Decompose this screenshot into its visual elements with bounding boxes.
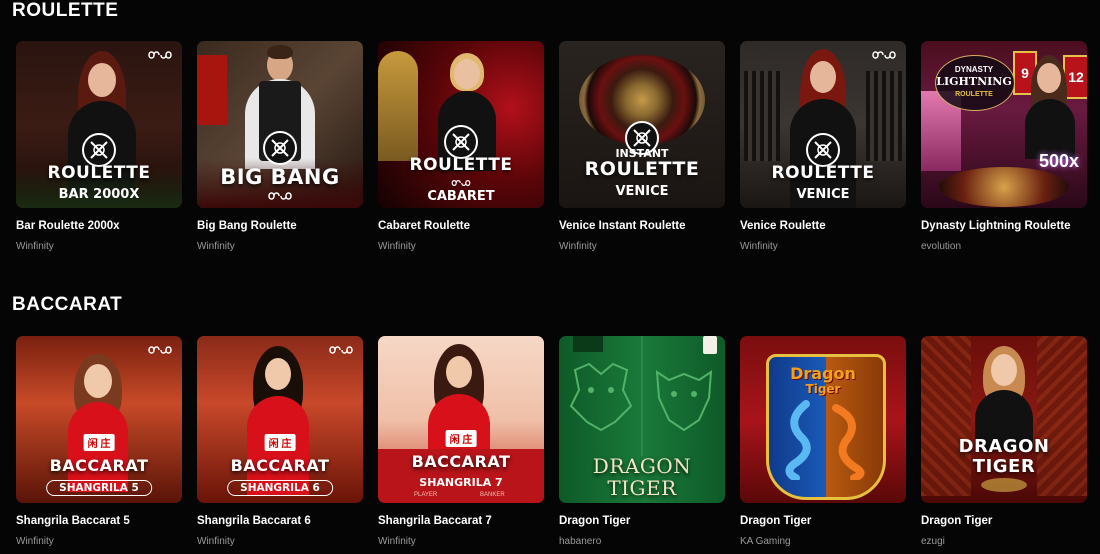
tile-subtitle: TIGER xyxy=(607,476,677,500)
infinity-icon xyxy=(148,346,172,354)
game-name[interactable]: Venice Roulette xyxy=(740,220,906,232)
game-thumbnail[interactable]: ROULETTE VENICE xyxy=(740,41,906,208)
game-card-big-bang-roulette[interactable]: BIG BANG Big Bang Roulette Winfinity xyxy=(197,41,363,252)
tile-subtitle: Tiger xyxy=(805,382,841,396)
multiplier-badge: 500x xyxy=(1038,151,1079,171)
game-provider: Winfinity xyxy=(197,241,235,252)
baccarat-games-grid: 闲 庄 BACCARAT SHANGRILA 5 Shangrila Bacca… xyxy=(16,336,1087,547)
game-thumbnail[interactable]: ROULETTE CABARET xyxy=(378,41,544,208)
game-name[interactable]: Cabaret Roulette xyxy=(378,220,544,232)
tile-player-label: PLAYER xyxy=(414,492,438,498)
tile-chip: 闲 庄 xyxy=(83,434,115,451)
tile-chip: 闲 庄 xyxy=(445,430,477,447)
tile-subtitle: SHANGRILA 5 xyxy=(46,480,152,496)
winfinity-logo-icon xyxy=(444,125,478,159)
tile-title: DRAGON xyxy=(958,436,1050,457)
tiger-icon xyxy=(655,370,713,432)
game-name[interactable]: Dragon Tiger xyxy=(921,515,1087,527)
game-card-venice-roulette[interactable]: ROULETTE VENICE Venice Roulette Winfinit… xyxy=(740,41,906,252)
game-card-dynasty-lightning-roulette[interactable]: 9 12 DYNASTY LIGHTNING ROULETTE 500x Dyn… xyxy=(921,41,1087,252)
tile-chip: 闲 庄 xyxy=(264,434,296,451)
tile-title: ROULETTE xyxy=(47,163,151,183)
infinity-icon xyxy=(451,180,471,186)
game-thumbnail[interactable]: Dragon Tiger xyxy=(740,336,906,503)
winfinity-logo-icon xyxy=(806,133,840,167)
game-provider: ezugi xyxy=(921,536,945,547)
game-name[interactable]: Venice Instant Roulette xyxy=(559,220,725,232)
game-name[interactable]: Shangrila Baccarat 7 xyxy=(378,515,544,527)
game-name[interactable]: Dragon Tiger xyxy=(559,515,725,527)
game-thumbnail[interactable]: 9 12 DYNASTY LIGHTNING ROULETTE 500x xyxy=(921,41,1087,208)
game-thumbnail[interactable]: 闲 庄 BACCARAT SHANGRILA 5 xyxy=(16,336,182,503)
game-name[interactable]: Shangrila Baccarat 6 xyxy=(197,515,363,527)
tile-subtitle: ROULETTE xyxy=(955,91,993,98)
game-provider: Winfinity xyxy=(559,241,597,252)
tile-title: BACCARAT xyxy=(49,456,149,475)
tile-subtitle: VENICE xyxy=(615,184,669,199)
game-provider: Winfinity xyxy=(16,536,54,547)
game-provider: Winfinity xyxy=(197,536,235,547)
winfinity-logo-icon xyxy=(82,133,116,167)
tile-title: ROULETTE xyxy=(584,158,700,180)
dragon-icon xyxy=(569,362,633,432)
game-thumbnail[interactable]: 闲 庄 BACCARAT SHANGRILA 6 xyxy=(197,336,363,503)
tile-title: DRAGON xyxy=(592,454,692,478)
tile-pretitle: DYNASTY xyxy=(954,65,994,74)
game-card-shangrila-baccarat-7[interactable]: 闲 庄 BACCARAT SHANGRILA 7 PLAYER BANKER S… xyxy=(378,336,544,547)
game-card-shangrila-baccarat-5[interactable]: 闲 庄 BACCARAT SHANGRILA 5 Shangrila Bacca… xyxy=(16,336,182,547)
game-thumbnail[interactable]: 闲 庄 BACCARAT SHANGRILA 7 PLAYER BANKER xyxy=(378,336,544,503)
infinity-icon xyxy=(148,51,172,59)
tile-title: BACCARAT xyxy=(411,452,511,471)
game-thumbnail[interactable]: ROULETTE BAR 2000X xyxy=(16,41,182,208)
tile-subtitle: BAR 2000X xyxy=(58,187,140,202)
dragon-icon xyxy=(785,400,811,480)
game-card-venice-instant-roulette[interactable]: INSTANT ROULETTE VENICE Venice Instant R… xyxy=(559,41,725,252)
game-card-bar-roulette[interactable]: ROULETTE BAR 2000X Bar Roulette 2000x Wi… xyxy=(16,41,182,252)
game-name[interactable]: Dragon Tiger xyxy=(740,515,906,527)
tile-subtitle: TIGER xyxy=(972,456,1036,477)
tile-title: BIG BANG xyxy=(220,165,340,189)
infinity-icon xyxy=(329,346,353,354)
game-name[interactable]: Shangrila Baccarat 5 xyxy=(16,515,182,527)
game-card-cabaret-roulette[interactable]: ROULETTE CABARET Cabaret Roulette Winfin… xyxy=(378,41,544,252)
game-thumbnail[interactable]: DRAGON TIGER xyxy=(559,336,725,503)
game-thumbnail[interactable]: BIG BANG xyxy=(197,41,363,208)
tile-title: LIGHTNING xyxy=(936,75,1012,88)
section-title-baccarat: BACCARAT xyxy=(12,294,123,315)
roulette-games-grid: ROULETTE BAR 2000X Bar Roulette 2000x Wi… xyxy=(16,41,1087,252)
tile-title: Dragon xyxy=(790,364,856,383)
game-card-dragon-tiger-ezugi[interactable]: DRAGON TIGER Dragon Tiger ezugi xyxy=(921,336,1087,547)
tile-subtitle: SHANGRILA 7 xyxy=(419,476,503,489)
game-provider: Winfinity xyxy=(740,241,778,252)
infinity-icon xyxy=(872,51,896,59)
tile-title: BACCARAT xyxy=(230,456,330,475)
game-provider: Winfinity xyxy=(16,241,54,252)
section-title-roulette: ROULETTE xyxy=(12,0,119,21)
infinity-icon xyxy=(268,192,292,200)
tile-title: ROULETTE xyxy=(409,155,513,175)
game-card-dragon-tiger-habanero[interactable]: DRAGON TIGER Dragon Tiger habanero xyxy=(559,336,725,547)
game-name[interactable]: Big Bang Roulette xyxy=(197,220,363,232)
game-thumbnail[interactable]: DRAGON TIGER xyxy=(921,336,1087,503)
tile-subtitle: CABARET xyxy=(427,189,495,204)
game-provider: habanero xyxy=(559,536,602,547)
game-provider: Winfinity xyxy=(378,536,416,547)
tile-banker-label: BANKER xyxy=(480,492,505,498)
tiger-icon xyxy=(832,404,865,480)
game-name[interactable]: Bar Roulette 2000x xyxy=(16,220,182,232)
game-provider: Winfinity xyxy=(378,241,416,252)
game-card-shangrila-baccarat-6[interactable]: 闲 庄 BACCARAT SHANGRILA 6 Shangrila Bacca… xyxy=(197,336,363,547)
winfinity-logo-icon xyxy=(263,131,297,165)
tile-title: ROULETTE xyxy=(771,163,875,183)
game-thumbnail[interactable]: INSTANT ROULETTE VENICE xyxy=(559,41,725,208)
tile-subtitle: VENICE xyxy=(796,187,850,202)
game-provider: evolution xyxy=(921,241,962,252)
game-name[interactable]: Dynasty Lightning Roulette xyxy=(921,220,1087,232)
game-card-dragon-tiger-ka-gaming[interactable]: Dragon Tiger Dragon Tiger KA Gaming xyxy=(740,336,906,547)
game-provider: KA Gaming xyxy=(740,536,791,547)
tile-subtitle: SHANGRILA 6 xyxy=(227,480,333,496)
